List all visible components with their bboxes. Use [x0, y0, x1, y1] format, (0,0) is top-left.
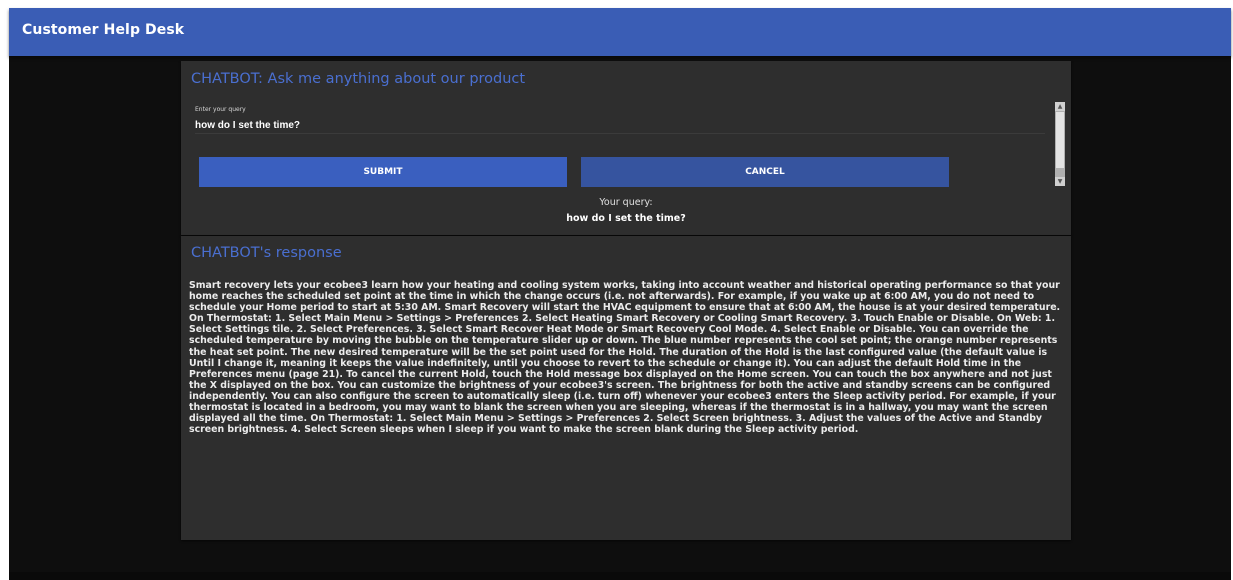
response-panel-title: CHATBOT's response — [191, 245, 342, 261]
response-text: Smart recovery lets your ecobee3 learn h… — [189, 280, 1061, 436]
bottom-strip — [9, 572, 1231, 580]
app-frame: Customer Help Desk CHATBOT: Ask me anyth… — [9, 8, 1231, 580]
query-panel: CHATBOT: Ask me anything about our produ… — [181, 61, 1071, 235]
submit-button[interactable]: SUBMIT — [199, 157, 567, 187]
query-scrollbar[interactable]: ▲ ▼ — [1055, 102, 1065, 186]
query-input[interactable] — [195, 117, 1045, 134]
response-panel: CHATBOT's response Smart recovery lets y… — [181, 236, 1071, 540]
your-query-label: Your query: — [599, 197, 653, 208]
app-title: Customer Help Desk — [22, 22, 185, 38]
scroll-down-arrow-icon[interactable]: ▼ — [1055, 177, 1065, 186]
app-header: Customer Help Desk — [9, 8, 1231, 56]
query-panel-title: CHATBOT: Ask me anything about our produ… — [191, 71, 526, 87]
query-input-label: Enter your query — [195, 106, 246, 113]
cancel-button[interactable]: CANCEL — [581, 157, 949, 187]
your-query-value: how do I set the time? — [566, 213, 686, 224]
scrollbar-thumb[interactable] — [1056, 112, 1064, 168]
scroll-up-arrow-icon[interactable]: ▲ — [1055, 102, 1065, 111]
